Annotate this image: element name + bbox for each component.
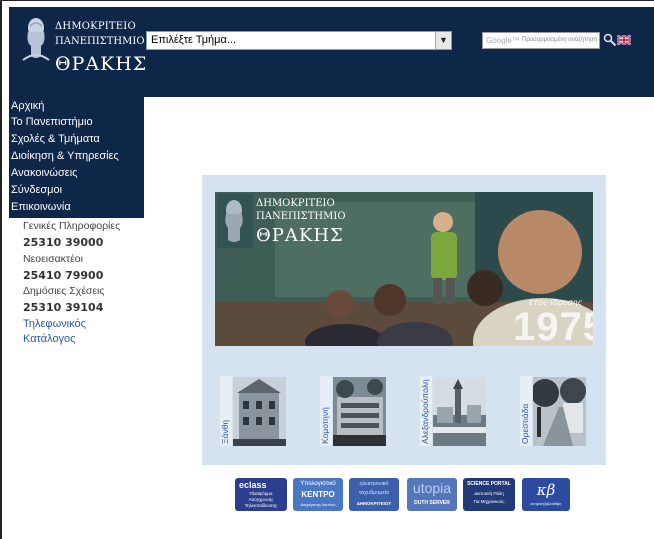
- utopia-logo-subtitle: DUTH SERVER: [414, 500, 450, 506]
- science-portal-logo-line-1: SCIENCE PORTAL: [467, 481, 511, 487]
- hero-banner: ΔΗΜΟΚΡΙΤΕΙΟ ΠΑΝΕΠΙΣΤΗΜΙΟ ΘΡΑΚΗΣ έτος ίδρ…: [215, 192, 593, 346]
- menu-item-announcements[interactable]: Ανακοινώσεις: [11, 167, 77, 179]
- eclass-logo-line-2: Πλατφόρμα: [249, 491, 273, 496]
- search-input[interactable]: Google™ Προσαρμοσμένη αναζήτηση: [482, 32, 600, 49]
- campus-name: Ορεστιάδα: [520, 403, 530, 444]
- campus-link-alexandroupoli[interactable]: Αλεξανδρούπολη: [420, 376, 488, 446]
- search-brand: Google™: [486, 36, 520, 45]
- central-library-logo-title: κβ: [536, 481, 556, 499]
- general-info-phone: 25310 39000: [23, 236, 104, 249]
- menu-item-home[interactable]: Αρχική: [11, 100, 44, 112]
- phone-directory-link[interactable]: Τηλεφωνικός: [23, 318, 86, 330]
- main-menu: Αρχική Το Πανεπιστήμιο Σχολές & Τμήματα …: [9, 97, 144, 218]
- public-relations-phone: 25310 39104: [23, 301, 104, 314]
- campus-link-komotini[interactable]: Κομοτηνή: [320, 376, 388, 446]
- menu-item-administration[interactable]: Διοίκηση & Υπηρεσίες: [11, 150, 119, 162]
- department-select-value: Επιλέξτε Τμήμα...: [151, 34, 237, 46]
- central-library-logo-subtitle: κεντρική βιβλιοθήκη: [530, 502, 562, 506]
- campus-name: Κομοτηνή: [320, 407, 330, 444]
- department-select[interactable]: Επιλέξτε Τμήμα... ▼: [146, 31, 452, 50]
- computing-center-logo-link[interactable]: Υπολογιστικό ΚΕΝΤΡΟ Διαχείρισης Δικτύου: [293, 478, 343, 511]
- site-header: ΔΗΜΟΚΡΙΤΕΙΟ ΠΑΝΕΠΙΣΤΗΜΙΟ ΘΡΑΚΗΣ Επιλέξτε…: [9, 7, 654, 97]
- science-portal-logo-link[interactable]: SCIENCE PORTAL Δικτυακή Πύλη Για Μηχανικ…: [463, 478, 515, 511]
- freshmen-phone: 25410 79900: [23, 269, 104, 282]
- computing-center-logo-line-3: Διαχείρισης Δικτύου: [300, 502, 336, 507]
- logo-line-3: ΘΡΑΚΗΣ: [55, 53, 148, 75]
- phone-directory-link-line-2[interactable]: Κατάλογος: [23, 333, 75, 345]
- eclass-logo-line-3: Ασύγχρονης: [248, 497, 274, 502]
- webmail-logo-line-3: ΔΗΜΟΚΡΙΤΕΙΟΥ: [356, 501, 392, 506]
- logo-line-2: ΠΑΝΕΠΙΣΤΗΜΙΟ: [55, 36, 145, 47]
- campus-name: Ξάνθη: [220, 419, 230, 444]
- eclass-logo-line-4: Τηλεκπαίδευσης: [244, 503, 278, 508]
- main-panel: ΔΗΜΟΚΡΙΤΕΙΟ ΠΑΝΕΠΙΣΤΗΜΙΟ ΘΡΑΚΗΣ έτος ίδρ…: [202, 175, 606, 465]
- utopia-logo-link[interactable]: utopia DUTH SERVER: [407, 478, 457, 511]
- webmail-logo-line-2: ταχυδρομείο: [358, 490, 390, 496]
- search-icon[interactable]: [603, 33, 617, 47]
- search-placeholder: Προσαρμοσμένη αναζήτηση: [522, 37, 597, 43]
- webmail-logo-line-1: ηλεκτρονικό: [359, 481, 389, 487]
- webmail-logo-link[interactable]: ηλεκτρονικό ταχυδρομείο ΔΗΜΟΚΡΙΤΕΙΟΥ: [349, 478, 399, 511]
- science-portal-logo-line-2: Δικτυακή Πύλη: [474, 491, 504, 496]
- freshmen-label: Νεοεισακτέοι: [23, 253, 83, 265]
- chevron-down-icon[interactable]: ▼: [435, 32, 451, 49]
- central-library-logo-link[interactable]: κβ κεντρική βιβλιοθήκη: [522, 478, 570, 511]
- campus-link-orestiada[interactable]: Ορεστιάδα: [520, 376, 588, 446]
- banner-line-2: ΠΑΝΕΠΙΣΤΗΜΙΟ: [256, 211, 346, 222]
- campus-photo-orestiada: [533, 377, 586, 446]
- eclass-logo-link[interactable]: eclass Πλατφόρμα Ασύγχρονης Τηλεκπαίδευσ…: [235, 478, 287, 511]
- computing-center-logo-line-2: ΚΕΝΤΡΟ: [301, 490, 335, 499]
- menu-item-schools[interactable]: Σχολές & Τμήματα: [11, 133, 100, 145]
- banner-line-1: ΔΗΜΟΚΡΙΤΕΙΟ: [256, 198, 335, 209]
- campus-name: Αλεξανδρούπολη: [420, 379, 430, 444]
- campus-photo-komotini: [333, 377, 386, 446]
- university-logo[interactable]: ΔΗΜΟΚΡΙΤΕΙΟ ΠΑΝΕΠΙΣΤΗΜΙΟ ΘΡΑΚΗΣ: [19, 13, 146, 91]
- computing-center-logo-line-1: Υπολογιστικό: [300, 481, 336, 487]
- founded-year: 1975: [513, 305, 593, 346]
- logo-line-1: ΔΗΜΟΚΡΙΤΕΙΟ: [55, 21, 136, 32]
- eclass-logo-title: eclass: [239, 480, 267, 490]
- campus-link-xanthi[interactable]: Ξάνθη: [220, 376, 288, 446]
- democritus-bust-icon: [22, 18, 50, 61]
- menu-item-contact[interactable]: Επικοινωνία: [11, 201, 71, 213]
- campus-photo-alexandroupoli: [433, 377, 486, 446]
- uk-flag-icon[interactable]: [617, 35, 631, 45]
- science-portal-logo-line-3: Για Μηχανικούς: [473, 499, 505, 504]
- campus-photo-xanthi: [233, 377, 286, 446]
- menu-item-links[interactable]: Σύνδεσμοι: [11, 184, 62, 196]
- menu-item-university[interactable]: Το Πανεπιστήμιο: [11, 116, 93, 128]
- utopia-logo-title: utopia: [412, 480, 452, 496]
- public-relations-label: Δημόσιες Σχέσεις: [23, 285, 105, 297]
- general-info-label: Γενικές Πληροφορίες: [23, 220, 121, 232]
- banner-line-3: ΘΡΑΚΗΣ: [256, 225, 344, 246]
